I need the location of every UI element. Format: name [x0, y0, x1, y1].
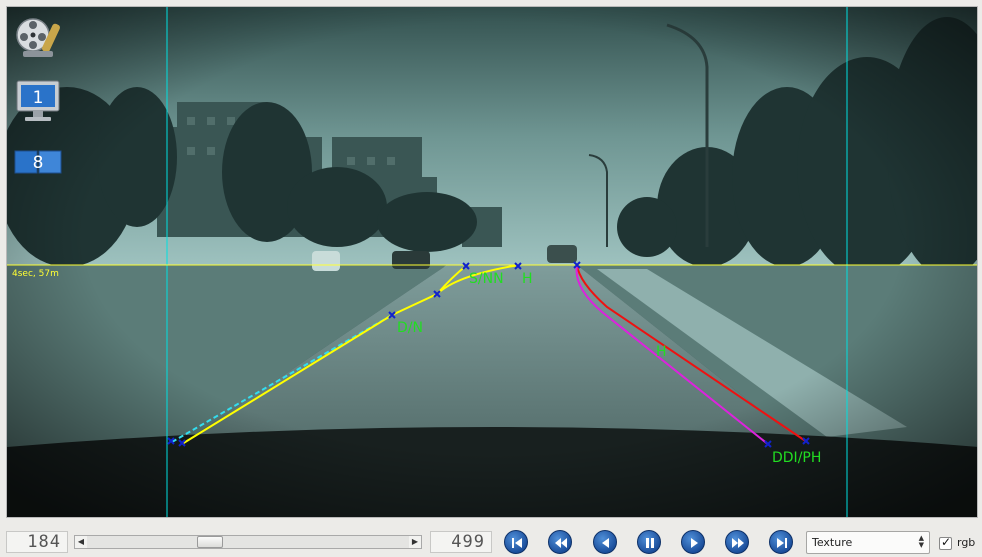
fast-forward-button[interactable]	[725, 530, 749, 554]
lane-label-d-n: D/N	[397, 320, 423, 336]
skip-to-start-icon	[512, 538, 522, 548]
monitor-1-icon[interactable]: 1	[13, 77, 65, 125]
pause-icon	[646, 538, 654, 548]
render-mode-value: Texture	[812, 536, 853, 549]
screens-number: 8	[33, 153, 44, 173]
slider-right-arrow-icon[interactable]: ▶	[409, 536, 421, 548]
play-button[interactable]	[681, 530, 705, 554]
total-frames-display: 499	[430, 531, 492, 553]
step-back-icon	[602, 538, 609, 548]
screens-8-icon[interactable]: 8	[13, 141, 65, 189]
lane-label-h-left: H	[522, 271, 533, 287]
render-mode-select[interactable]: Texture ▲ ▼	[806, 531, 930, 554]
video-viewport[interactable]: 4sec, 57m S/NN H D/N H DDI/PH 1 8	[6, 6, 978, 518]
film-reel-icon[interactable]	[13, 13, 65, 61]
lane-label-s-nn: S/NN	[469, 271, 504, 287]
time-distance-label: 4sec, 57m	[12, 269, 59, 279]
slider-thumb[interactable]	[196, 536, 223, 548]
skip-to-end-button[interactable]	[769, 530, 793, 554]
fast-rewind-button[interactable]	[548, 530, 572, 554]
play-icon	[691, 538, 698, 548]
lane-label-h-right: H	[656, 344, 667, 360]
monitor-number: 1	[33, 88, 44, 108]
frame-slider[interactable]: ◀ ▶	[74, 535, 422, 549]
camera-frame	[7, 7, 977, 517]
current-frame-display: 184	[6, 531, 68, 553]
spin-arrows-icon: ▲ ▼	[918, 534, 924, 549]
skip-to-end-icon	[777, 538, 787, 548]
playback-toolbar: 184 ◀ ▶ 499 Texture ▲ ▼ ✓ rgb	[0, 526, 982, 557]
checkmark-icon: ✓	[941, 535, 952, 549]
lane-label-ddi-ph: DDI/PH	[772, 450, 822, 466]
fast-rewind-icon	[555, 538, 567, 548]
rgb-checkbox[interactable]: ✓	[939, 535, 952, 550]
step-back-button[interactable]	[593, 530, 617, 554]
pause-button[interactable]	[637, 530, 661, 554]
fast-forward-icon	[732, 538, 744, 548]
skip-to-start-button[interactable]	[504, 530, 528, 554]
slider-left-arrow-icon[interactable]: ◀	[75, 536, 87, 548]
rgb-checkbox-label: rgb	[957, 536, 976, 549]
